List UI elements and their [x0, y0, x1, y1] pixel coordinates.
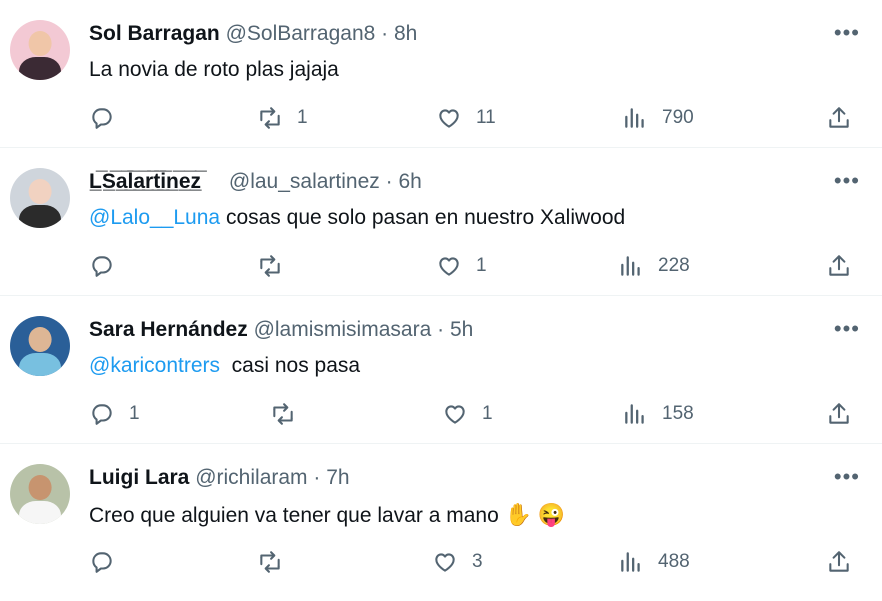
- views-icon: [621, 256, 640, 276]
- retweet-icon: [260, 107, 280, 129]
- reply-count: 1: [129, 403, 140, 424]
- like-button[interactable]: 1: [436, 248, 487, 284]
- reply-icon: [92, 552, 112, 573]
- like-icon: [439, 109, 459, 128]
- tweet-header: Sol Barragan @SolBarragan8 · 8h: [89, 22, 417, 46]
- timestamp[interactable]: 5h: [450, 318, 473, 341]
- reply-button[interactable]: 1: [89, 396, 140, 432]
- author-name[interactable]: L̲̅S̲̅a̲̅l̲̅a̲̅r̲̅t̲̅i̲̅n̲̅e̲̅z̲̅: [89, 170, 201, 193]
- tweet-text: La novia de roto plas jajaja: [89, 58, 339, 82]
- text-part: casi nos pasa: [220, 354, 361, 377]
- more-icon[interactable]: •••: [834, 168, 860, 194]
- more-icon[interactable]: •••: [834, 316, 860, 342]
- like-button[interactable]: 3: [432, 544, 483, 580]
- timestamp[interactable]: 6h: [398, 170, 421, 193]
- like-count: 3: [472, 551, 483, 572]
- share-button[interactable]: [826, 396, 852, 432]
- share-icon: [829, 255, 849, 276]
- separator: ·: [381, 22, 389, 45]
- share-icon: [829, 107, 849, 128]
- views-icon: [625, 404, 644, 424]
- like-count: 11: [476, 107, 496, 128]
- retweet-icon: [273, 403, 293, 425]
- like-count: 1: [482, 403, 493, 424]
- avatar[interactable]: [10, 464, 70, 524]
- tweet-header: Sara Hernández @lamismisimasara · 5h: [89, 318, 473, 342]
- author-name[interactable]: Sara Hernández: [89, 318, 248, 341]
- views-button[interactable]: 158: [622, 396, 694, 432]
- share-button[interactable]: [826, 544, 852, 580]
- avatar[interactable]: [10, 316, 70, 376]
- like-icon: [439, 257, 459, 276]
- text-part: Creo que alguien va tener que lavar a ma…: [89, 504, 505, 527]
- author-handle[interactable]: @lamismisimasara: [254, 318, 432, 341]
- reply-feed: Sol Barragan @SolBarragan8 · 8h ••• La n…: [0, 0, 882, 592]
- reply-button[interactable]: [89, 544, 129, 580]
- views-icon: [625, 108, 644, 128]
- author-handle[interactable]: @SolBarragan8: [226, 22, 376, 45]
- reply-button[interactable]: [89, 100, 129, 136]
- tweet-actions: 1 1 158: [0, 396, 882, 432]
- separator: ·: [313, 466, 321, 489]
- retweet-button[interactable]: [257, 544, 297, 580]
- tweet[interactable]: L̲̅S̲̅a̲̅l̲̅a̲̅r̲̅t̲̅i̲̅n̲̅e̲̅z̲̅ @lau_s…: [0, 148, 882, 296]
- author-handle[interactable]: @richilaram: [195, 466, 307, 489]
- views-count: 158: [662, 403, 694, 424]
- tweet[interactable]: Luigi Lara @richilaram · 7h ••• Creo que…: [0, 444, 882, 592]
- separator: ·: [385, 170, 393, 193]
- retweet-button[interactable]: [270, 396, 310, 432]
- like-icon: [445, 405, 465, 424]
- tweet-text: Creo que alguien va tener que lavar a ma…: [89, 502, 565, 528]
- tweet-actions: 3 488: [0, 544, 882, 580]
- views-button[interactable]: 488: [618, 544, 690, 580]
- like-button[interactable]: 11: [436, 100, 496, 136]
- tweet-actions: 1 228: [0, 248, 882, 284]
- text-part: cosas que solo pasan en nuestro Xaliwood: [220, 206, 626, 229]
- views-count: 228: [658, 255, 690, 276]
- retweet-button[interactable]: [257, 248, 297, 284]
- retweet-icon: [260, 255, 280, 277]
- like-button[interactable]: 1: [442, 396, 493, 432]
- views-count: 488: [658, 551, 690, 572]
- mention-link[interactable]: @karicontrers: [89, 354, 220, 377]
- reply-icon: [92, 108, 112, 129]
- tweet-text: @Lalo__Luna cosas que solo pasan en nues…: [89, 206, 625, 230]
- like-icon: [435, 553, 455, 572]
- winking-tongue-emoji: 😜: [537, 502, 566, 527]
- views-icon: [621, 552, 640, 572]
- author-name[interactable]: Luigi Lara: [89, 466, 189, 489]
- share-button[interactable]: [826, 248, 852, 284]
- reply-icon: [92, 256, 112, 277]
- author-name[interactable]: Sol Barragan: [89, 22, 220, 45]
- author-handle[interactable]: @lau_salartinez: [229, 170, 380, 193]
- raised-hand-emoji: ✋: [504, 502, 533, 527]
- views-button[interactable]: 228: [618, 248, 690, 284]
- more-icon[interactable]: •••: [834, 464, 860, 490]
- share-button[interactable]: [826, 100, 852, 136]
- share-icon: [829, 403, 849, 424]
- share-icon: [829, 551, 849, 572]
- tweet[interactable]: Sara Hernández @lamismisimasara · 5h •••…: [0, 296, 882, 444]
- reply-icon: [92, 404, 112, 425]
- tweet-text: @karicontrers casi nos pasa: [89, 354, 360, 378]
- timestamp[interactable]: 8h: [394, 22, 417, 45]
- views-count: 790: [662, 107, 694, 128]
- avatar[interactable]: [10, 168, 70, 228]
- like-count: 1: [476, 255, 487, 276]
- avatar[interactable]: [10, 20, 70, 80]
- retweet-icon: [260, 551, 280, 573]
- retweet-button[interactable]: 1: [257, 100, 308, 136]
- tweet[interactable]: Sol Barragan @SolBarragan8 · 8h ••• La n…: [0, 0, 882, 148]
- views-button[interactable]: 790: [622, 100, 694, 136]
- tweet-header: Luigi Lara @richilaram · 7h: [89, 466, 350, 490]
- tweet-actions: 1 11 790: [0, 100, 882, 136]
- text-part: La novia de roto plas jajaja: [89, 58, 339, 81]
- tweet-header: L̲̅S̲̅a̲̅l̲̅a̲̅r̲̅t̲̅i̲̅n̲̅e̲̅z̲̅ @lau_s…: [89, 170, 422, 194]
- retweet-count: 1: [297, 107, 308, 128]
- reply-button[interactable]: [89, 248, 129, 284]
- more-icon[interactable]: •••: [834, 20, 860, 46]
- mention-link[interactable]: @Lalo__Luna: [89, 206, 220, 229]
- separator: ·: [437, 318, 445, 341]
- timestamp[interactable]: 7h: [326, 466, 349, 489]
